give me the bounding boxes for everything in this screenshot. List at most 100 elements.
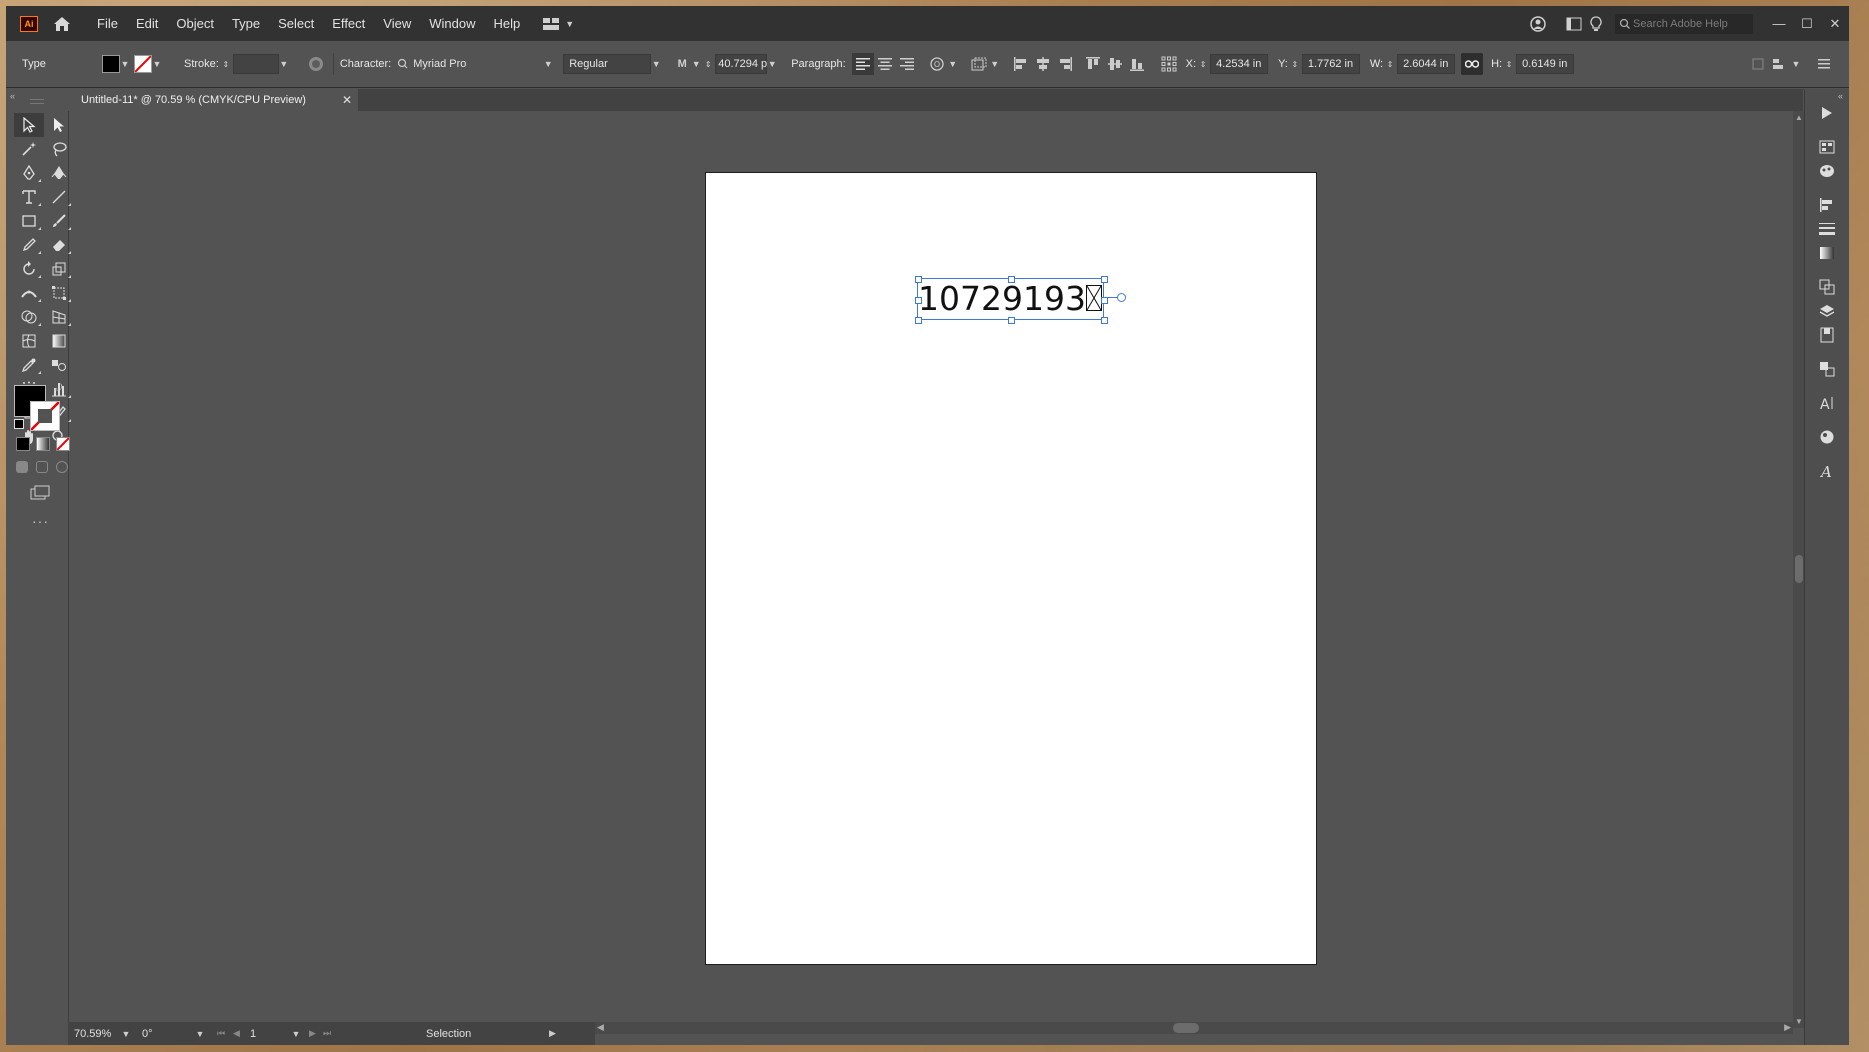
stroke-weight-dropdown[interactable]: ▼ <box>279 59 289 69</box>
opentype-icon[interactable]: O <box>926 53 948 75</box>
menu-edit[interactable]: Edit <box>127 6 167 41</box>
layers-icon[interactable] <box>1817 301 1837 321</box>
stroke-panel-icon[interactable] <box>1817 219 1837 239</box>
paintbrush-tool[interactable] <box>44 209 74 233</box>
swap-fill-stroke-icon[interactable]: ⤾ <box>54 383 62 394</box>
scale-tool[interactable] <box>44 257 74 281</box>
distribute-menu-icon[interactable] <box>1769 53 1791 75</box>
close-window-button[interactable]: ✕ <box>1821 16 1849 32</box>
rectangle-tool[interactable] <box>14 209 44 233</box>
rotation-dropdown[interactable]: ▼ <box>195 1029 205 1039</box>
font-search-icon[interactable] <box>395 53 413 75</box>
x-stepper[interactable]: ⇕ <box>1196 53 1210 75</box>
align-horizontal-center-icon[interactable] <box>1032 53 1054 75</box>
recolor-icon[interactable] <box>305 53 327 75</box>
constrain-proportions-link-icon[interactable] <box>1461 53 1484 75</box>
type-tool[interactable] <box>14 185 44 209</box>
stroke-color-box[interactable] <box>30 401 60 431</box>
zoom-level[interactable]: 70.59% <box>68 1026 121 1042</box>
artboard-number[interactable]: 1 <box>247 1026 291 1042</box>
expand-panels-icon[interactable]: « <box>1838 91 1843 101</box>
workspace-icon[interactable] <box>1563 13 1585 35</box>
actions-play-icon[interactable] <box>1817 103 1837 123</box>
menu-select[interactable]: Select <box>269 6 323 41</box>
horizontal-scrollbar[interactable]: ◀ ▶ <box>595 1022 1793 1034</box>
glyphs-icon[interactable]: A <box>1817 461 1837 481</box>
gradient-tool[interactable] <box>44 329 74 353</box>
none-mode-button[interactable] <box>56 437 70 451</box>
perspective-grid-tool[interactable] <box>44 305 74 329</box>
minimize-button[interactable]: — <box>1765 16 1793 31</box>
lasso-tool[interactable] <box>44 137 74 161</box>
appearance-icon[interactable] <box>1817 427 1837 447</box>
font-style-field[interactable]: Regular <box>563 54 652 74</box>
screen-mode-icon[interactable] <box>30 485 50 504</box>
scroll-up-icon[interactable]: ▲ <box>1795 113 1803 122</box>
transform-icon[interactable] <box>968 53 990 75</box>
handle-top-center[interactable] <box>1008 276 1015 283</box>
handle-top-right[interactable] <box>1101 276 1108 283</box>
handle-bottom-center[interactable] <box>1008 317 1015 324</box>
default-fill-stroke-icon[interactable] <box>14 419 24 429</box>
h-stepper[interactable]: ⇕ <box>1502 53 1516 75</box>
menu-file[interactable]: File <box>88 6 127 41</box>
color-mode-button[interactable] <box>16 437 30 451</box>
font-size-field[interactable]: 40.7294 p <box>715 54 768 74</box>
align-left-edges-icon[interactable] <box>1010 53 1032 75</box>
fill-swatch[interactable] <box>102 55 120 73</box>
menu-help[interactable]: Help <box>484 6 529 41</box>
vertical-scroll-thumb[interactable] <box>1795 555 1803 583</box>
lightbulb-icon[interactable] <box>1585 13 1607 35</box>
handle-bottom-left[interactable] <box>915 317 922 324</box>
stroke-swatch[interactable] <box>134 55 152 73</box>
text-content[interactable]: 10729193 <box>918 281 1086 317</box>
rotate-tool[interactable] <box>14 257 44 281</box>
close-tab-icon[interactable]: ✕ <box>342 93 352 107</box>
artboard[interactable]: 10729193 <box>705 172 1317 965</box>
last-artboard-icon[interactable]: ⏭ <box>323 1028 339 1039</box>
canvas[interactable]: 10729193 <box>82 111 1793 1028</box>
shape-builder-tool[interactable] <box>14 305 44 329</box>
scroll-down-icon[interactable]: ▼ <box>1795 1017 1803 1026</box>
font-style-dropdown[interactable]: ▼ <box>651 59 661 69</box>
status-menu-icon[interactable]: ▶ <box>549 1028 556 1039</box>
collapse-panel-icon[interactable]: « <box>10 91 15 101</box>
stroke-weight-field[interactable] <box>232 54 279 74</box>
cc-libraries-icon[interactable] <box>1527 13 1549 35</box>
fill-dropdown[interactable]: ▼ <box>120 59 130 69</box>
align-vertical-center-icon[interactable] <box>1104 53 1126 75</box>
document-tab[interactable]: Untitled-11* @ 70.59 % (CMYK/CPU Preview… <box>68 89 358 111</box>
align-left-icon[interactable] <box>851 53 874 75</box>
panel-menu-icon[interactable] <box>1813 53 1835 75</box>
handle-middle-right[interactable] <box>1101 297 1108 304</box>
artboard-dropdown[interactable]: ▼ <box>291 1029 301 1039</box>
gradient-panel-icon[interactable] <box>1817 243 1837 263</box>
color-guide-icon[interactable] <box>1817 161 1837 181</box>
curvature-tool[interactable] <box>44 161 74 185</box>
reference-point-icon[interactable] <box>1158 53 1180 75</box>
text-frame[interactable]: 10729193 <box>915 276 1108 324</box>
libraries-icon[interactable] <box>1817 325 1837 345</box>
y-field[interactable]: 1.7762 in <box>1301 54 1360 74</box>
direct-selection-tool[interactable] <box>44 113 74 137</box>
scroll-left-icon[interactable]: ◀ <box>597 1022 604 1033</box>
menu-type[interactable]: Type <box>223 6 269 41</box>
swatches-icon[interactable] <box>1817 137 1837 157</box>
previous-artboard-icon[interactable]: ◀ <box>233 1028 247 1039</box>
home-icon[interactable] <box>52 14 72 34</box>
align-top-edges-icon[interactable] <box>1082 53 1104 75</box>
y-stepper[interactable]: ⇕ <box>1288 53 1302 75</box>
arrange-documents-button[interactable]: ▼ <box>543 17 574 30</box>
align-center-icon[interactable] <box>874 53 896 75</box>
character-panel-icon[interactable]: A <box>1817 393 1837 413</box>
pen-tool[interactable] <box>14 161 44 185</box>
free-transform-tool[interactable] <box>44 281 74 305</box>
menu-object[interactable]: Object <box>167 6 223 41</box>
transform-dropdown[interactable]: ▼ <box>990 59 1000 69</box>
draw-inside-icon[interactable] <box>56 461 68 473</box>
mesh-tool[interactable] <box>14 329 44 353</box>
h-field[interactable]: 0.6149 in <box>1516 54 1575 74</box>
scroll-right-icon[interactable]: ▶ <box>1784 1022 1791 1033</box>
magic-wand-tool[interactable] <box>14 137 44 161</box>
stroke-stepper[interactable]: ⇕ <box>219 53 233 75</box>
